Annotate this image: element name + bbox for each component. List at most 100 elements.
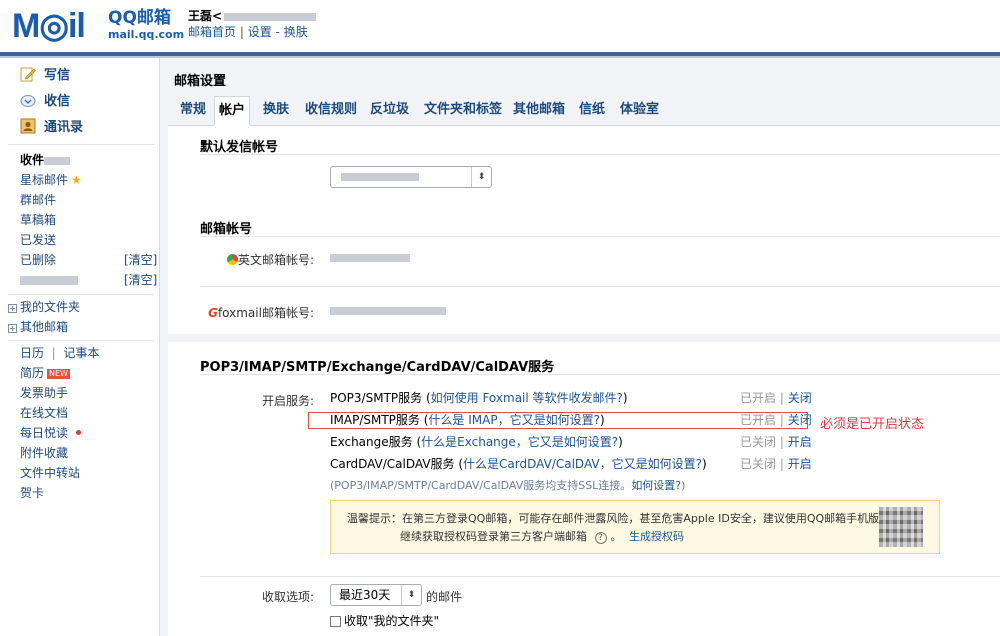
link-resume[interactable]: 简历 NEW: [20, 365, 70, 381]
section-divider: [200, 374, 1000, 375]
service-carddav-toggle[interactable]: 开启: [788, 457, 812, 471]
clear-deleted-link[interactable]: [清空]: [124, 252, 157, 268]
service-carddav-state: 已关闭: [740, 457, 777, 471]
sidebar-compose[interactable]: 写信: [20, 66, 70, 86]
tip-line-1: 温馨提示：在第三方登录QQ邮箱，可能存在邮件泄露风险，甚至危害Apple ID安…: [347, 512, 913, 525]
sidebar-contacts-label: 通讯录: [44, 120, 84, 135]
ssl-help-link[interactable]: 如何设置?: [631, 479, 681, 492]
sidebar-inbox-label: 收信: [44, 94, 71, 109]
tab-skin[interactable]: 换肤: [263, 100, 289, 120]
sidebar-contacts[interactable]: 通讯录: [20, 118, 83, 138]
imap-highlight-box: [308, 412, 808, 429]
receive-range-select[interactable]: 最近30天 ⬍: [330, 584, 422, 606]
service-exchange-status: 已关闭 | 开启: [740, 434, 812, 450]
separator: |: [776, 391, 788, 405]
expand-icon: +: [8, 304, 17, 313]
link-notebook[interactable]: 记事本: [63, 346, 99, 360]
link-invoice[interactable]: 发票助手: [20, 385, 68, 401]
tab-folders-labels[interactable]: 文件夹和标签: [424, 100, 502, 120]
annotation-note: 必须是已开启状态: [820, 417, 925, 432]
settings-tabs: 常规 帐户 换肤 收信规则 反垃圾 文件夹和标签 其他邮箱 信纸 体验室: [168, 94, 1000, 126]
section-divider: [200, 236, 1000, 237]
generate-auth-code-link[interactable]: 生成授权码: [629, 530, 684, 543]
ssl-note-text: (POP3/IMAP/SMTP/CardDAV/CalDAV服务均支持SSL连接…: [330, 479, 632, 492]
service-exchange-name: Exchange服务: [330, 435, 413, 449]
qq-mail-logo[interactable]: M◎il QQ邮箱 mail.qq.com: [12, 7, 184, 45]
masked-sender-value: [341, 173, 419, 181]
folder-inbox-label: 收件: [20, 153, 45, 167]
clear-masked-link[interactable]: [清空]: [124, 272, 157, 288]
receive-suffix: 的邮件: [426, 590, 463, 604]
sidebar-divider: [8, 294, 154, 295]
separator: -: [275, 25, 284, 39]
folder-starred-label: 星标邮件: [20, 173, 69, 187]
link-mail-home[interactable]: 邮箱首页: [188, 25, 236, 39]
separator: |: [239, 25, 248, 39]
tip-line-2-text: 继续获取授权码登录第三方客户端邮箱: [400, 530, 587, 543]
logo-domain: mail.qq.com: [108, 28, 185, 41]
tab-stationery[interactable]: 信纸: [579, 100, 605, 120]
service-exchange-help[interactable]: 什么是Exchange，它又是如何设置?: [421, 435, 618, 449]
header: M◎il QQ邮箱 mail.qq.com 王磊< 邮箱首页 | 设置 - 换肤: [0, 0, 1000, 52]
folder-inbox[interactable]: 收件: [20, 152, 71, 168]
user-info: 王磊< 邮箱首页 | 设置 - 换肤: [188, 8, 317, 40]
receive-my-folders-label: 收取"我的文件夹": [344, 614, 440, 628]
tree-my-folders[interactable]: + 我的文件夹: [8, 299, 80, 315]
main-content: 邮箱设置 常规 帐户 换肤 收信规则 反垃圾 文件夹和标签 其他邮箱 信纸 体验…: [160, 58, 1000, 636]
service-pop3-state: 已开启: [740, 391, 777, 405]
foxmail-icon: G: [208, 306, 218, 320]
service-carddav-help[interactable]: 什么是CardDAV/CalDAV，它又是如何设置?: [463, 457, 702, 471]
folder-masked[interactable]: [20, 272, 78, 288]
english-account-icon: [226, 254, 238, 265]
default-sender-select[interactable]: ⬍: [330, 166, 492, 188]
link-skin[interactable]: 换肤: [284, 25, 308, 39]
link-daily[interactable]: 每日悦读: [20, 425, 82, 441]
folder-deleted[interactable]: 已删除: [20, 252, 56, 268]
service-carddav-status: 已关闭 | 开启: [740, 456, 812, 472]
tab-anti-spam[interactable]: 反垃圾: [370, 100, 409, 120]
star-icon: ★: [71, 173, 82, 187]
folder-sent[interactable]: 已发送: [20, 232, 56, 248]
tab-other-mailboxes[interactable]: 其他邮箱: [513, 100, 565, 120]
link-cards[interactable]: 贺卡: [20, 485, 44, 501]
sidebar-divider: [8, 340, 154, 341]
service-exchange-toggle[interactable]: 开启: [788, 435, 812, 449]
tab-receive-rules[interactable]: 收信规则: [305, 100, 357, 120]
masked-english-account: [330, 254, 410, 262]
link-daily-label: 每日悦读: [20, 426, 69, 440]
receive-options-label: 收取选项:: [261, 590, 314, 604]
masked-foxmail-account: [330, 307, 446, 315]
link-docs[interactable]: 在线文档: [20, 405, 68, 421]
folder-starred[interactable]: 星标邮件 ★: [20, 172, 82, 188]
sidebar-inbox[interactable]: 收信: [20, 92, 70, 112]
link-calendar[interactable]: 日历: [20, 346, 44, 360]
services-panel: POP3/IMAP/SMTP/Exchange/CardDAV/CalDAV服务…: [168, 342, 1000, 636]
link-settings[interactable]: 设置: [248, 25, 272, 39]
link-attachments[interactable]: 附件收藏: [20, 445, 68, 461]
service-pop3-help[interactable]: 如何使用 Foxmail 等软件收发邮件?: [431, 391, 623, 405]
folder-drafts[interactable]: 草稿箱: [20, 212, 56, 228]
english-account-label-text: 英文邮箱帐号:: [237, 253, 314, 267]
tab-account[interactable]: 帐户: [214, 96, 251, 126]
help-circle-icon[interactable]: ?: [594, 532, 607, 544]
tab-general[interactable]: 常规: [180, 100, 206, 120]
separator: |: [47, 346, 64, 360]
service-pop3-status: 已开启 | 关闭: [740, 390, 812, 406]
tree-other-mail[interactable]: + 其他邮箱: [8, 319, 68, 335]
service-pop3: POP3/SMTP服务 (如何使用 Foxmail 等软件收发邮件?): [330, 391, 628, 405]
accounts-title: 邮箱帐号: [200, 222, 253, 237]
receive-my-folders-option[interactable]: 收取"我的文件夹": [330, 612, 439, 629]
folder-group[interactable]: 群邮件: [20, 192, 56, 208]
separator: |: [776, 435, 788, 449]
new-badge: NEW: [47, 369, 70, 379]
tab-lab[interactable]: 体验室: [620, 100, 659, 120]
link-transfer[interactable]: 文件中转站: [20, 465, 80, 481]
open-services-label: 开启服务:: [261, 394, 314, 408]
service-exchange: Exchange服务 (什么是Exchange，它又是如何设置?): [330, 435, 623, 449]
masked-email: [224, 12, 317, 21]
logo-mail-text: M◎il: [12, 7, 86, 45]
sidebar-compose-label: 写信: [44, 68, 71, 83]
receive-range-value: 最近30天: [339, 588, 391, 602]
service-pop3-toggle[interactable]: 关闭: [788, 391, 812, 405]
receive-my-folders-checkbox[interactable]: [330, 616, 341, 627]
